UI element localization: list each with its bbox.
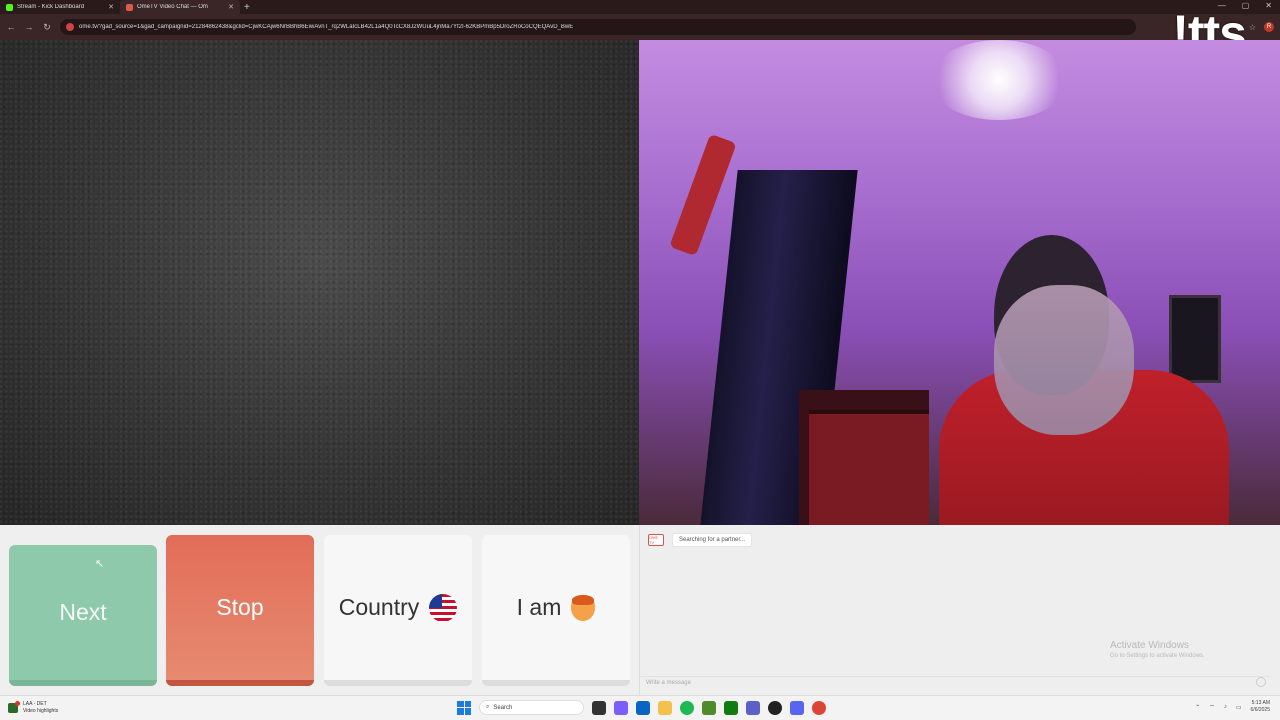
gender-button[interactable]: I am (482, 535, 630, 686)
iam-label: I am (516, 594, 562, 620)
activate-windows-watermark: Activate Windows Go to Settings to activ… (1110, 640, 1205, 659)
partner-video (0, 40, 639, 525)
us-flag-icon (429, 593, 458, 622)
boy-avatar-icon (571, 594, 596, 621)
person-hands (994, 285, 1134, 435)
battery-icon[interactable]: ▭ (1236, 704, 1242, 711)
spotify-icon[interactable] (680, 700, 694, 715)
discord-icon[interactable] (790, 700, 804, 715)
widget-line2: Video highlights (23, 708, 59, 714)
status-message: Searching for a partner... (672, 533, 753, 547)
ometv-favicon-icon (126, 3, 133, 11)
watermark-title: Activate Windows (1110, 640, 1189, 651)
stop-button[interactable]: Stop (166, 535, 314, 686)
system-tray: ⌃ ⌔ ♪ ▭ 5:13 AM 6/6/2025 (1195, 700, 1270, 714)
url-text: ome.tv/?gad_source=1&gad_campaignid=2128… (79, 24, 574, 30)
country-label: Country (338, 594, 420, 620)
chat-controls: Next ↖ Stop Country I am (0, 525, 639, 695)
widgets-button[interactable]: LAA - DET Video highlights (8, 701, 58, 715)
taskbar-apps: ⌕ Search (457, 700, 826, 715)
close-window-icon[interactable]: ✕ (1265, 1, 1272, 10)
taskbar: LAA - DET Video highlights ⌕ Search ⌃ ⌔ … (0, 695, 1280, 720)
outlook-icon[interactable] (636, 700, 650, 715)
back-icon[interactable]: ← (6, 22, 16, 32)
forward-icon[interactable]: → (24, 22, 34, 32)
stop-label: Stop (216, 594, 264, 620)
chrome-icon[interactable] (812, 700, 826, 715)
new-tab-icon[interactable]: + (244, 2, 250, 13)
volume-icon[interactable]: ♪ (1224, 704, 1227, 710)
message-placeholder: Write a message (646, 679, 691, 686)
emoji-icon[interactable] (1256, 677, 1266, 687)
copilot-icon[interactable] (614, 700, 628, 715)
tab-title: Stream - Kick Dashboard (17, 4, 85, 10)
search-icon: ⌕ (486, 704, 490, 710)
bookmark-star-icon[interactable]: ☆ (1249, 23, 1256, 32)
tray-chevron-icon[interactable]: ⌃ (1195, 704, 1200, 711)
wall-decoration (669, 133, 737, 257)
chat-message: OME TV Searching for a partner... (648, 533, 753, 547)
country-button[interactable]: Country (324, 535, 472, 686)
static-noise (0, 40, 639, 525)
tab-kick-dashboard[interactable]: Stream - Kick Dashboard ✕ (0, 0, 120, 14)
self-webcam-video (639, 40, 1280, 525)
profile-avatar-icon[interactable]: R (1264, 22, 1274, 32)
search-label: Search (493, 704, 513, 711)
minecraft-icon[interactable] (702, 700, 716, 715)
kick-favicon-icon (6, 3, 13, 11)
taskbar-search[interactable]: ⌕ Search (479, 700, 584, 715)
tab-ometv[interactable]: OmeTV Video Chat — Om ✕ (120, 0, 240, 14)
network-icon[interactable]: ⌔ (1209, 703, 1215, 711)
reload-icon[interactable]: ↻ (42, 22, 52, 33)
dresser (809, 410, 929, 525)
xbox-icon[interactable] (724, 700, 738, 715)
teams-icon[interactable] (746, 700, 760, 715)
widget-line1: LAA - DET (23, 701, 47, 707)
next-button[interactable]: Next (9, 545, 157, 686)
task-view-icon[interactable] (592, 700, 606, 715)
file-explorer-icon[interactable] (658, 700, 672, 715)
chat-panel: OME TV Searching for a partner... Activa… (639, 525, 1280, 695)
address-bar: ← → ↻ ome.tv/?gad_source=1&gad_campaigni… (0, 14, 1280, 40)
url-field[interactable]: ome.tv/?gad_source=1&gad_campaignid=2128… (60, 19, 1136, 35)
mouse-cursor-icon: ↖ (95, 558, 105, 570)
clock-time: 5:13 AM (1251, 700, 1270, 706)
watermark-subtitle: Go to Settings to activate Windows. (1110, 653, 1205, 659)
tab-title: OmeTV Video Chat — Om (137, 4, 208, 10)
obs-icon[interactable] (768, 700, 782, 715)
close-tab-icon[interactable]: ✕ (108, 3, 114, 11)
windows-start-icon[interactable] (457, 700, 471, 715)
ometv-logo-icon: OME TV (648, 534, 664, 546)
close-tab-icon[interactable]: ✕ (228, 3, 234, 11)
ceiling-light (929, 40, 1069, 120)
next-label: Next (59, 599, 107, 625)
picture-frame (1169, 295, 1221, 383)
message-input[interactable]: Write a message (640, 676, 1270, 688)
browser-tab-bar: Stream - Kick Dashboard ✕ OmeTV Video Ch… (0, 0, 1280, 14)
site-info-icon[interactable] (66, 23, 74, 31)
sports-widget-icon (8, 701, 20, 713)
clock[interactable]: 5:13 AM 6/6/2025 (1251, 700, 1270, 714)
clock-date: 6/6/2025 (1250, 707, 1270, 713)
